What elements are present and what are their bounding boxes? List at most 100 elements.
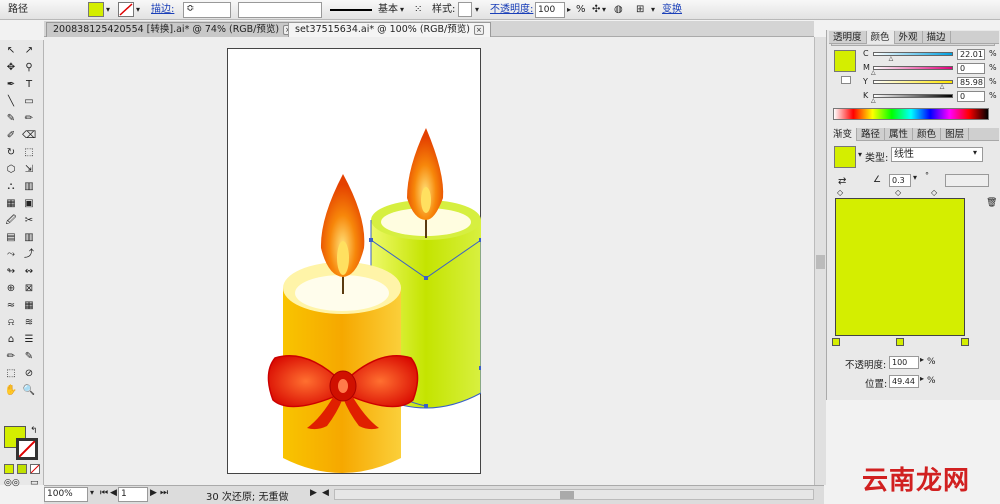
tool-icon[interactable]: 🖉 [4,214,18,227]
panel-tab[interactable]: 属性 [885,128,914,141]
tool-icon[interactable]: ⬚ [22,146,36,159]
panel-tab[interactable]: 颜色 [866,31,895,44]
cmyk-value-input[interactable]: 22.01 [957,49,985,60]
stroke-swatch[interactable] [118,2,134,17]
cmyk-value-input[interactable]: 0 [957,91,985,102]
screen-mode-icon[interactable]: ▭ [30,478,39,488]
color-panel-fill-swatch[interactable] [834,50,856,72]
tool-icon[interactable]: ✏ [22,112,36,125]
tab-document-2[interactable]: set37515634.ai* @ 100% (RGB/预览) × [288,22,491,37]
tool-icon[interactable]: ▣ [22,197,36,210]
tool-icon[interactable]: 🔍 [22,384,36,397]
scroll-left-icon[interactable]: ◀ [322,488,329,498]
panel-tab[interactable]: 路径 [857,128,886,141]
stroke-weight-input[interactable]: ≎ [183,2,231,18]
tool-icon[interactable]: ☰ [22,333,36,346]
tool-icon[interactable]: ✋ [4,384,18,397]
last-artboard-icon[interactable]: ⏭ [160,488,168,498]
tool-icon[interactable]: ▦ [4,197,18,210]
color-spectrum-bar[interactable] [833,108,989,120]
gradient-stop-left[interactable] [832,338,840,346]
prev-artboard-icon[interactable]: ◀ [110,488,117,498]
tool-icon[interactable]: ⬚ [4,367,18,380]
tool-icon[interactable]: ▭ [22,95,36,108]
cmyk-value-input[interactable]: 85.98 [957,77,985,88]
draw-mode-icon[interactable]: ◎◎ [4,478,20,488]
variable-width-select[interactable] [238,2,322,18]
tool-icon[interactable]: ▥ [22,231,36,244]
candle-artwork[interactable] [227,48,481,474]
tool-icon[interactable]: ↗ [22,44,36,57]
stroke-weight-link[interactable]: 描边: [151,0,174,20]
tool-icon[interactable]: ╲ [4,95,18,108]
cmyk-value-input[interactable]: 0 [957,63,985,74]
gradient-stop-middle[interactable] [896,338,904,346]
tool-icon[interactable]: ⊕ [4,282,18,295]
panel-tab[interactable]: 渐变 [829,128,858,141]
recolor-icon[interactable]: ✣ [592,0,600,20]
fill-dropdown-icon[interactable]: ▾ [106,0,110,20]
gradient-stop-right[interactable] [961,338,969,346]
tool-icon[interactable]: ✂ [22,214,36,227]
gradient-type-dropdown-icon[interactable]: ▾ [973,148,977,157]
panel-tab[interactable]: 外观 [895,31,923,44]
align-dropdown-icon[interactable]: ▾ [651,0,655,20]
next-artboard-icon[interactable]: ▶ [150,488,157,498]
style-dropdown-icon[interactable]: ▾ [475,0,479,20]
tool-icon[interactable]: ⌂ [4,333,18,346]
gradient-swatch-dropdown-icon[interactable]: ▾ [858,150,862,159]
brush-options-icon[interactable]: ⁙ [414,0,422,20]
slider-thumb-icon[interactable]: △ [871,97,876,104]
tool-icon[interactable]: ↭ [22,265,36,278]
tool-icon[interactable]: ↻ [4,146,18,159]
tool-icon[interactable]: ✐ [4,129,18,142]
artboard-number-input[interactable]: 1 [118,487,148,502]
recolor-dropdown-icon[interactable]: ▾ [602,0,606,20]
brush-dropdown-icon[interactable]: ▾ [400,0,404,20]
tool-icon[interactable]: ⚲ [22,61,36,74]
stop-position-arrow-icon[interactable]: ▸ [920,374,924,383]
stroke-color-box[interactable] [16,438,38,460]
panel-tab[interactable]: 透明度 [829,31,867,44]
tool-icon[interactable]: ✒ [4,78,18,91]
tool-icon[interactable]: ⤴ [22,248,36,261]
zoom-select[interactable]: 100% [44,487,88,502]
tool-icon[interactable]: ✥ [4,61,18,74]
cmyk-slider[interactable] [873,52,953,56]
gradient-type-select[interactable]: 线性 [891,147,983,162]
tool-icon[interactable]: T [22,78,36,91]
close-icon[interactable]: × [473,25,484,35]
tool-icon[interactable]: ⌫ [22,129,36,142]
panel-tab[interactable]: 描边 [923,31,951,44]
panel-tab[interactable]: 颜色 [913,128,942,141]
brush-label[interactable]: 基本 [378,0,398,20]
out-of-gamut-icon[interactable] [841,76,851,84]
none-mode-icon[interactable] [30,464,40,474]
gradient-swatch[interactable] [834,146,856,168]
zoom-dropdown-icon[interactable]: ▾ [90,488,94,497]
opacity-arrow-icon[interactable]: ▸ [567,0,571,20]
fill-swatch[interactable] [88,2,104,17]
tool-icon[interactable]: ✎ [22,350,36,363]
status-menu-icon[interactable]: ▶ [310,488,317,498]
first-artboard-icon[interactable]: ⏮ [100,488,108,498]
opacity-link[interactable]: 不透明度: [490,0,533,20]
tool-icon[interactable]: ≋ [22,316,36,329]
swap-colors-icon[interactable]: ↰ [30,426,38,436]
tool-icon[interactable]: ⊠ [22,282,36,295]
tab-document-1[interactable]: 200838125420554 [转换].ai* @ 74% (RGB/预览)× [46,22,301,37]
gradient-mode-icon[interactable] [17,464,27,474]
tool-icon[interactable]: ↬ [4,265,18,278]
tool-icon[interactable]: ✏ [4,350,18,363]
tool-icon[interactable]: ↖ [4,44,18,57]
tool-icon[interactable]: ⍾ [4,316,18,329]
slider-thumb-icon[interactable]: △ [940,83,945,90]
stroke-dropdown-icon[interactable]: ▾ [136,0,140,20]
vertical-scrollbar[interactable] [814,37,826,485]
tool-icon[interactable]: ⤳ [4,248,18,261]
stop-position-input[interactable]: 49.44 [889,375,919,388]
transform-link[interactable]: 变换 [662,0,682,20]
opacity-input[interactable]: 100 [535,2,565,18]
slider-thumb-icon[interactable]: △ [871,69,876,76]
tool-icon[interactable]: ⇲ [22,163,36,176]
